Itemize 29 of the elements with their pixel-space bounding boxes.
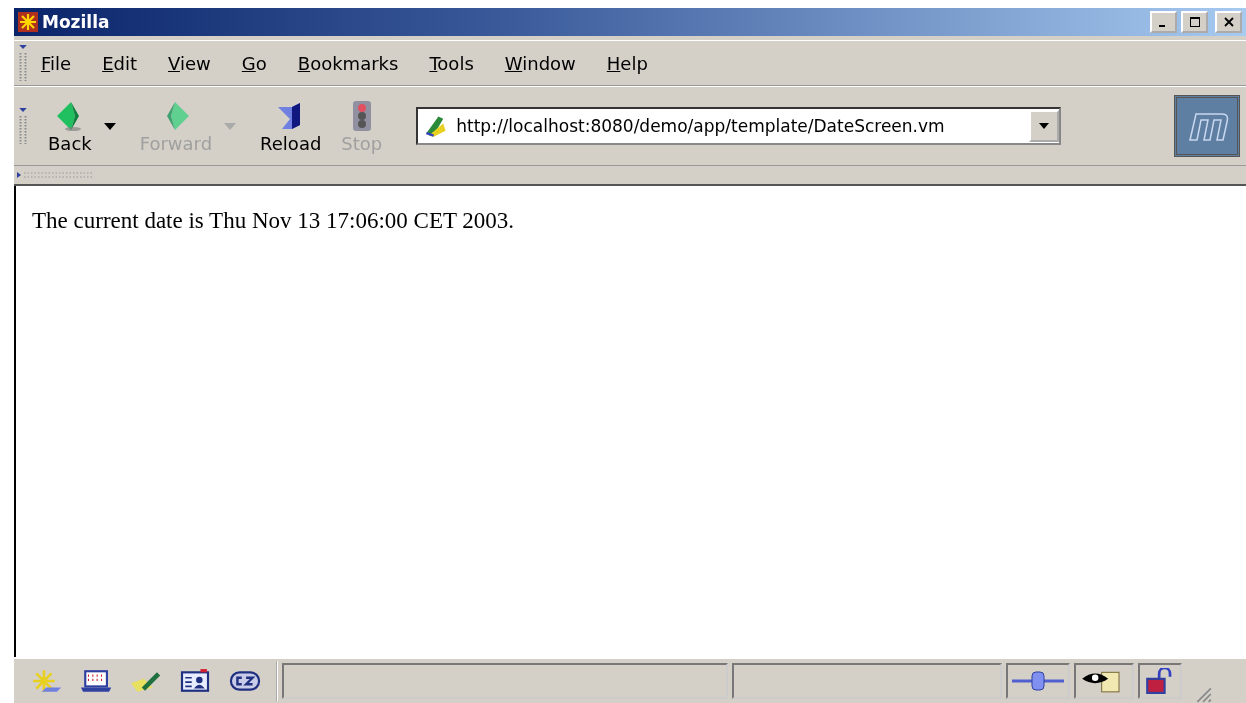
- resize-grip[interactable]: [1194, 685, 1213, 703]
- address-card-icon[interactable]: [178, 668, 212, 694]
- toolbar-button[interactable]: Reload: [252, 96, 330, 156]
- logo-button[interactable]: [1174, 95, 1240, 157]
- close-button[interactable]: [1215, 11, 1242, 33]
- mail-icon[interactable]: [78, 668, 112, 694]
- minimize-icon: [1159, 24, 1165, 27]
- maximize-icon: [1189, 17, 1200, 27]
- maximize-button[interactable]: [1181, 11, 1208, 33]
- plug-icon: [1012, 668, 1064, 694]
- menu-item[interactable]: Help: [605, 50, 649, 76]
- menu-item[interactable]: Edit: [101, 50, 139, 76]
- dropdown-button[interactable]: [1029, 110, 1060, 142]
- window-title: Mozilla: [42, 12, 110, 32]
- menu-item[interactable]: Window: [503, 50, 577, 76]
- menu-item[interactable]: Tools: [428, 50, 475, 76]
- close-icon: [1223, 17, 1234, 27]
- menu-item[interactable]: File: [40, 50, 73, 76]
- menu-item[interactable]: Bookmarks: [296, 50, 400, 76]
- date-text: The current date is Thu Nov 13 17:06:00 CET 2003.: [32, 208, 516, 234]
- address-field[interactable]: http://localhost:8080/demo/app/template/DateScreen.vm: [416, 107, 1062, 145]
- toolbar-button[interactable]: Back: [40, 96, 100, 156]
- menu-item[interactable]: View: [167, 50, 212, 76]
- grip-handle[interactable]: [18, 106, 28, 146]
- menu-item[interactable]: Go: [240, 50, 268, 76]
- dropdown-arrow-icon[interactable]: [103, 122, 116, 130]
- caret-icon: [1039, 123, 1050, 129]
- starburst-icon: [18, 12, 38, 32]
- grip-handle[interactable]: [18, 43, 28, 83]
